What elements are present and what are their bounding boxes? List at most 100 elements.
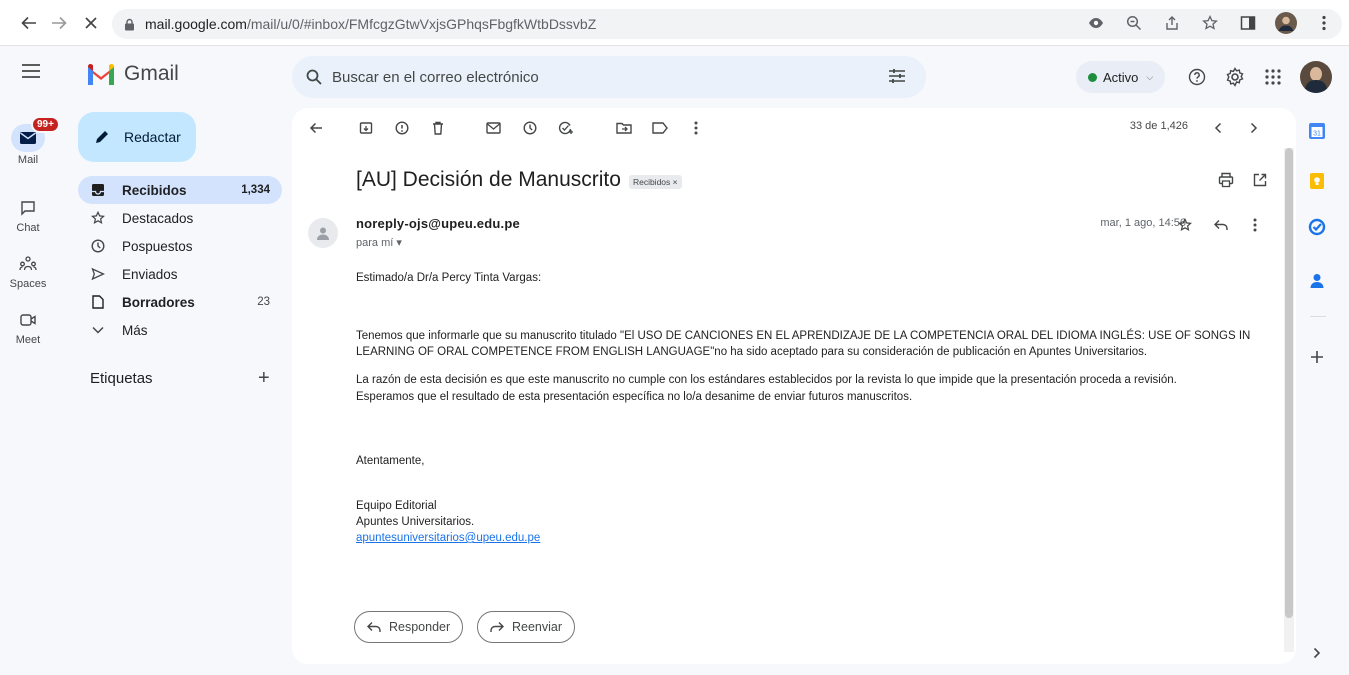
recipient-details[interactable]: para mí ▾ (356, 236, 402, 249)
report-spam-icon[interactable] (392, 118, 412, 138)
sidebar-item-label: Enviados (122, 266, 178, 282)
chevron-down-icon (90, 322, 106, 338)
mail-icon (20, 132, 36, 144)
app-name: Gmail (124, 62, 179, 85)
rail-chat[interactable]: Chat (0, 194, 56, 234)
zoom-icon[interactable] (1123, 12, 1145, 34)
mark-unread-icon[interactable] (484, 118, 504, 138)
message-paragraph-2-line-2: Esperamos que el resultado de esta prese… (356, 391, 913, 403)
sender-address[interactable]: noreply-ojs@upeu.edu.pe (356, 216, 520, 231)
rail-mail-pill: 99+ (11, 116, 60, 152)
snooze-icon[interactable] (520, 118, 540, 138)
avatar-face (1310, 67, 1322, 81)
add-label-icon[interactable]: + (258, 367, 270, 390)
expand-panel-chevron-icon[interactable] (1306, 642, 1328, 664)
move-to-icon[interactable] (614, 118, 634, 138)
contacts-icon[interactable] (1306, 270, 1328, 292)
message-paragraph-2-line-1: La razón de esta decisión es que este ma… (356, 374, 1177, 386)
tasks-icon[interactable] (1306, 216, 1328, 238)
older-chevron-icon[interactable] (1244, 118, 1264, 138)
status-label: Activo (1103, 69, 1139, 85)
sidebar-item-sent[interactable]: Enviados (78, 260, 282, 288)
search-placeholder: Buscar en el correo electrónico (332, 68, 539, 86)
reply-icon[interactable] (1212, 216, 1230, 234)
gmail-logo[interactable]: Gmail (86, 62, 179, 86)
chat-icon (21, 201, 35, 216)
stop-loading-icon[interactable] (80, 12, 102, 34)
sender-avatar (308, 218, 338, 248)
message-paragraph-1-line-1: Tenemos que informarle que su manuscrito… (356, 330, 1251, 342)
share-icon[interactable] (1161, 12, 1183, 34)
rail-mail-label: Mail (17, 154, 39, 166)
unread-count: 1,334 (241, 184, 270, 196)
sidepanel-icon[interactable] (1237, 12, 1259, 34)
more-vert-icon[interactable] (686, 118, 706, 138)
sidebar-item-more[interactable]: Más (78, 316, 282, 344)
sidebar-item-label: Borradores (122, 294, 195, 310)
back-arrow-icon[interactable] (18, 12, 40, 34)
message-more-icon[interactable] (1246, 216, 1264, 234)
help-icon[interactable] (1186, 66, 1208, 88)
forward-label: Reenviar (512, 620, 563, 634)
account-avatar[interactable] (1300, 61, 1332, 93)
main-menu-icon[interactable] (22, 64, 40, 78)
inbox-icon (90, 182, 106, 198)
forward-arrow-icon[interactable] (48, 12, 70, 34)
add-task-icon[interactable] (556, 118, 576, 138)
profile-avatar-icon[interactable] (1275, 12, 1297, 34)
signature-line-2: Apuntes Universitarios. (356, 516, 475, 528)
apps-grid-icon[interactable] (1262, 66, 1284, 88)
eye-icon[interactable] (1085, 12, 1107, 34)
message-subject-row: [AU] Decisión de Manuscrito Recibidos × (356, 168, 682, 192)
reply-button[interactable]: Responder (354, 611, 464, 643)
sidebar-item-drafts[interactable]: Borradores 23 (78, 288, 282, 316)
side-panel-divider (1310, 316, 1326, 317)
label-icon[interactable] (650, 118, 670, 138)
add-addon-icon[interactable] (1306, 346, 1328, 368)
trash-icon[interactable] (428, 118, 448, 138)
signature-email-link[interactable]: apuntesuniversitarios@upeu.edu.pe (356, 530, 540, 546)
back-to-inbox-icon[interactable] (306, 118, 326, 138)
scrollbar-thumb[interactable] (1285, 148, 1293, 618)
forward-button[interactable]: Reenviar (477, 611, 576, 643)
avatar-body (1305, 80, 1327, 93)
more-vert-icon[interactable] (1313, 12, 1335, 34)
bookmark-star-icon[interactable] (1199, 12, 1221, 34)
settings-gear-icon[interactable] (1224, 66, 1246, 88)
svg-text:31: 31 (1313, 131, 1321, 138)
pager-text: 33 de 1,426 (1129, 120, 1188, 132)
inbox-label-chip[interactable]: Recibidos × (628, 174, 682, 189)
message-closing: Atentamente, (356, 455, 425, 467)
clock-icon (90, 238, 106, 254)
rail-meet[interactable]: Meet (0, 306, 56, 346)
labels-heading: Etiquetas (90, 370, 153, 387)
calendar-icon[interactable]: 31 (1306, 120, 1328, 142)
rail-mail[interactable]: 99+ Mail (0, 116, 60, 166)
signature-line-1: Equipo Editorial (356, 500, 437, 512)
rail-spaces-pill (11, 250, 45, 278)
compose-button[interactable]: Redactar (78, 112, 196, 162)
draft-icon (90, 294, 106, 310)
star-icon (90, 210, 106, 226)
search-input[interactable]: Buscar en el correo electrónico (292, 56, 926, 98)
reply-label: Responder (389, 620, 451, 634)
browser-chrome: mail.google.com/mail/u/0/#inbox/FMfcgzGt… (0, 0, 1349, 46)
star-message-icon[interactable] (1176, 216, 1194, 234)
archive-icon[interactable] (356, 118, 376, 138)
search-options-icon[interactable] (888, 67, 906, 85)
rail-spaces-label: Spaces (9, 278, 47, 290)
print-icon[interactable] (1216, 170, 1236, 190)
mailbox-nav: Recibidos 1,334 Destacados Pospuestos En… (78, 176, 282, 344)
open-new-window-icon[interactable] (1250, 170, 1270, 190)
forward-arrow-icon (490, 621, 504, 633)
search-icon[interactable] (306, 69, 322, 85)
reply-arrow-icon (367, 621, 381, 633)
status-selector[interactable]: Activo ⌵ (1076, 61, 1166, 93)
sidebar-item-starred[interactable]: Destacados (78, 204, 282, 232)
spaces-icon (19, 256, 37, 271)
newer-chevron-icon[interactable] (1208, 118, 1228, 138)
sidebar-item-inbox[interactable]: Recibidos 1,334 (78, 176, 282, 204)
rail-spaces[interactable]: Spaces (0, 250, 56, 290)
keep-icon[interactable] (1306, 170, 1328, 192)
sidebar-item-snoozed[interactable]: Pospuestos (78, 232, 282, 260)
